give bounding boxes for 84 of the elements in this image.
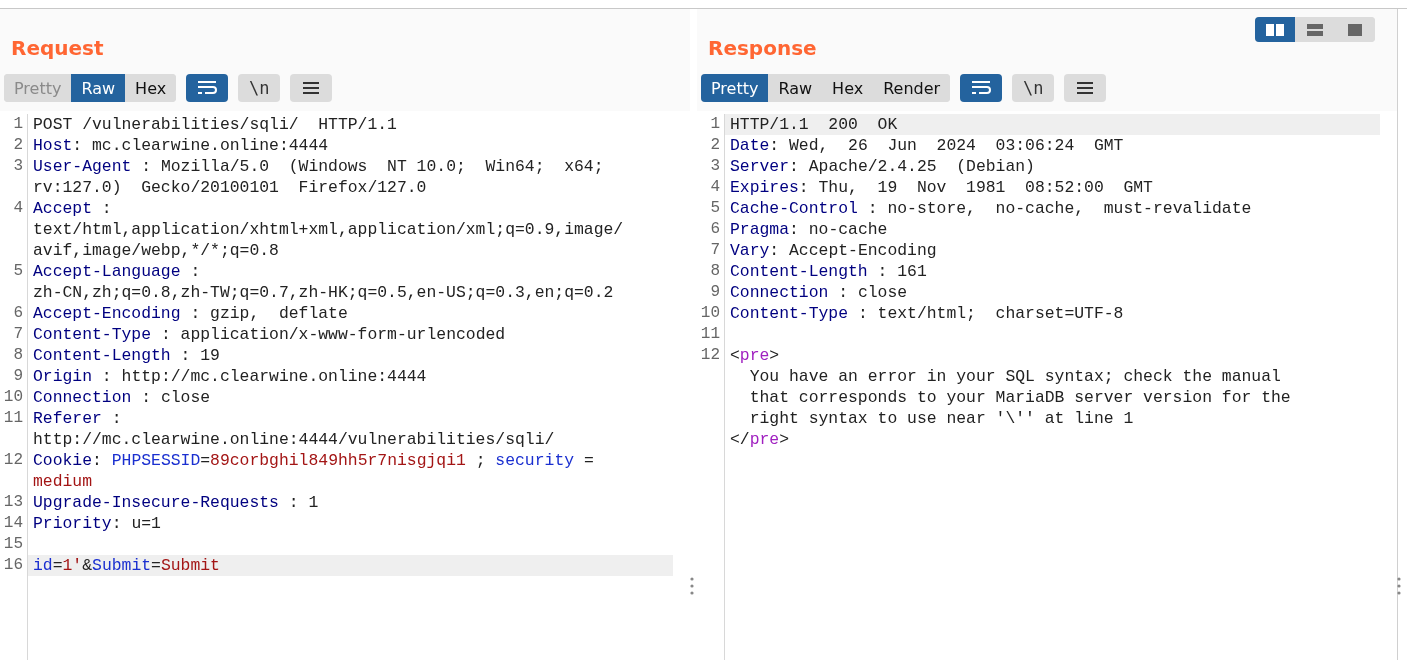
code-line: Content-Length : 161 — [729, 261, 928, 282]
line-number: 1 — [709, 114, 721, 135]
wrap-icon — [971, 80, 992, 96]
code-line: Accept-Encoding : gzip, deflate — [32, 303, 349, 324]
code-line: text/html,application/xhtml+xml,application/xml;q=0.9,image/ — [32, 219, 625, 240]
code-line: Cookie: PHPSESSID=89corbghil849hh5r7nisgjqi1 ; security = — [32, 450, 595, 471]
line-number: 6 — [709, 219, 721, 240]
code-line: right syntax to use near '\'' at line 1 — [748, 408, 1135, 429]
wrap-button[interactable] — [960, 74, 1003, 102]
code-line: Upgrade-Insecure-Requests : 1 — [32, 492, 320, 513]
line-number: 9 — [709, 282, 721, 303]
line-number: 4 — [709, 177, 721, 198]
line-number: 8 — [709, 261, 721, 282]
code-line: id=1'&Submit=Submit — [32, 555, 221, 576]
newline-button[interactable]: \n — [238, 74, 281, 102]
code-line: POST /vulnerabilities/sqli/ HTTP/1.1 — [32, 114, 398, 135]
wrap-button[interactable] — [186, 74, 229, 102]
menu-icon — [1077, 81, 1094, 95]
code-line: Date: Wed, 26 Jun 2024 03:06:24 GMT — [729, 135, 1125, 156]
line-number: 12 — [2, 450, 24, 471]
code-line: Content-Type : application/x-www-form-urlencoded — [32, 324, 507, 345]
wrap-icon — [197, 80, 218, 96]
columns-icon — [1266, 23, 1284, 36]
code-line: zh-CN,zh;q=0.8,zh-TW;q=0.7,zh-HK;q=0.5,en-US;q=0.3,en;q=0.2 — [32, 282, 615, 303]
code-line: avif,image/webp,*/*;q=0.8 — [32, 240, 280, 261]
pane-title: Response — [708, 36, 817, 62]
line-number: 4 — [12, 198, 24, 219]
code-line: medium — [32, 471, 94, 492]
code-line: Content-Length : 19 — [32, 345, 221, 366]
line-number: 11 — [2, 408, 24, 429]
line-number: 3 — [12, 156, 24, 177]
line-number: 16 — [2, 555, 24, 576]
line-number: 9 — [12, 366, 24, 387]
code-line: Priority: u=1 — [32, 513, 162, 534]
code-line: Accept-Language : — [32, 261, 202, 282]
view-tab[interactable]: Pretty — [701, 74, 769, 102]
code-line: Content-Type : text/html; charset=UTF-8 — [729, 303, 1125, 324]
line-number: 15 — [2, 534, 24, 555]
code-line: Referer : — [32, 408, 123, 429]
code-line: <pre> — [729, 345, 781, 366]
code-line: </pre> — [729, 429, 791, 450]
code-line: Vary: Accept-Encoding — [729, 240, 938, 261]
code-line: Host: mc.clearwine.online:4444 — [32, 135, 330, 156]
code-line: Expires: Thu, 19 Nov 1981 08:52:00 GMT — [729, 177, 1154, 198]
line-number: 6 — [12, 303, 24, 324]
code-line: Connection : close — [32, 387, 212, 408]
line-number: 1 — [12, 114, 24, 135]
code-line: Cache-Control : no-store, no-cache, must-revalidate — [729, 198, 1253, 219]
line-number: 5 — [709, 198, 721, 219]
menu-button[interactable] — [1064, 74, 1107, 102]
line-number: 5 — [12, 261, 24, 282]
line-number: 10 — [699, 303, 721, 324]
code-line: http://mc.clearwine.online:4444/vulnerabilities/sqli/ — [32, 429, 556, 450]
code-line: HTTP/1.1 200 OK — [729, 114, 899, 135]
line-number: 13 — [2, 492, 24, 513]
line-number: 10 — [2, 387, 24, 408]
code-line: You have an error in your SQL syntax; check the manual — [748, 366, 1282, 387]
view-tab[interactable]: Raw — [71, 74, 126, 102]
code-line: Server: Apache/2.4.25 (Debian) — [729, 156, 1036, 177]
line-number: 7 — [709, 240, 721, 261]
pane-title: Request — [11, 36, 104, 62]
line-number: 11 — [699, 324, 721, 345]
square-icon — [1348, 23, 1362, 36]
code-line: that corresponds to your MariaDB server version for the — [748, 387, 1292, 408]
line-number: 2 — [709, 135, 721, 156]
line-number: 8 — [12, 345, 24, 366]
code-line: Connection : close — [729, 282, 909, 303]
line-number: 14 — [2, 513, 24, 534]
rows-icon — [1307, 23, 1323, 36]
code-line: Pragma: no-cache — [729, 219, 889, 240]
code-line: Origin : http://mc.clearwine.online:4444 — [32, 366, 428, 387]
menu-icon — [303, 81, 320, 95]
line-number: 3 — [709, 156, 721, 177]
drag-handle-icon[interactable] — [690, 577, 694, 595]
line-number: 2 — [12, 135, 24, 156]
code-line: rv:127.0) Gecko/20100101 Firefox/127.0 — [32, 177, 428, 198]
code-line: Accept : — [32, 198, 113, 219]
layout-button[interactable] — [1255, 17, 1295, 42]
menu-button[interactable] — [290, 74, 333, 102]
drag-handle-icon[interactable] — [1397, 577, 1401, 595]
code-line: User-Agent : Mozilla/5.0 (Windows NT 10.0; Win64; x64; — [32, 156, 605, 177]
line-number: 12 — [699, 345, 721, 366]
newline-button[interactable]: \n — [1012, 74, 1055, 102]
line-number: 7 — [12, 324, 24, 345]
